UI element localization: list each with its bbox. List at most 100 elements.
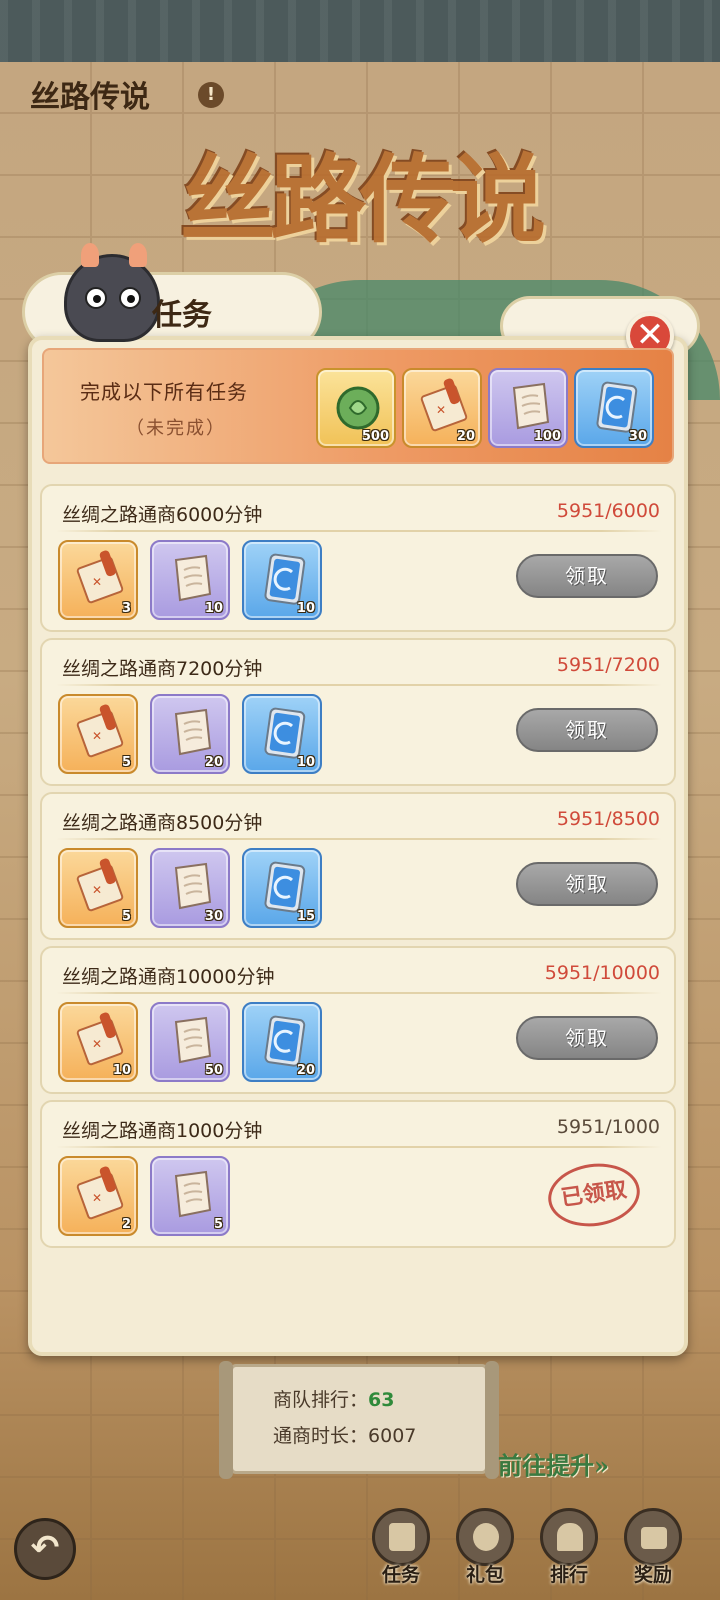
- ranking-icon: [540, 1508, 598, 1566]
- scene-banner-title: 丝路传说: [180, 143, 546, 256]
- nav-label: 任务: [381, 1564, 420, 1586]
- reward-tile[interactable]: 20: [150, 694, 230, 774]
- caravan-stats-scroll: 商队排行：63 通商时长：6007: [219, 1361, 499, 1479]
- claim-button[interactable]: 领取: [516, 1016, 658, 1060]
- summary-title: 完成以下所有任务: [80, 380, 248, 404]
- reward-tile[interactable]: 20: [242, 1002, 322, 1082]
- reward-count: 10: [204, 601, 223, 616]
- svg-text:✕: ✕: [92, 575, 102, 589]
- divider: [56, 530, 662, 532]
- reward-count: 30: [204, 909, 223, 924]
- svg-text:✕: ✕: [92, 1037, 102, 1051]
- nav-reward-button[interactable]: 奖励: [618, 1508, 688, 1594]
- reward-count: 5: [121, 909, 131, 924]
- reward-tile[interactable]: ✕ 20: [402, 368, 482, 448]
- paper-scroll-icon: [174, 862, 212, 910]
- reward-count: 5: [121, 755, 131, 770]
- divider: [56, 992, 662, 994]
- paper-scroll-icon: [174, 1170, 212, 1218]
- reward-count: 10: [296, 601, 315, 616]
- page-title: 丝路传说: [30, 80, 150, 115]
- gift-bag-icon: [456, 1508, 514, 1566]
- divider: [56, 684, 662, 686]
- reward-tile[interactable]: 30: [574, 368, 654, 448]
- reward-count: 30: [628, 429, 647, 444]
- task-progress: 5951/6000: [556, 500, 660, 522]
- reward-count: 50: [204, 1063, 223, 1078]
- map-scroll-icon: ✕: [76, 1012, 124, 1066]
- reward-tile[interactable]: 100: [488, 368, 568, 448]
- reward-tile[interactable]: ✕ 10: [58, 1002, 138, 1082]
- panel-title: 任务: [152, 298, 212, 333]
- svg-text:✕: ✕: [92, 729, 102, 743]
- back-button[interactable]: ↶: [14, 1518, 76, 1580]
- blue-card-icon: [264, 707, 306, 759]
- reward-count: 500: [361, 429, 389, 444]
- svg-text:✕: ✕: [92, 1191, 102, 1205]
- task-progress: 5951/7200: [556, 654, 660, 676]
- divider: [56, 838, 662, 840]
- reward-tile[interactable]: ✕ 5: [58, 848, 138, 928]
- reward-count: 100: [533, 429, 561, 444]
- reward-count: 3: [121, 601, 131, 616]
- nav-label: 排行: [549, 1564, 588, 1586]
- task-name: 丝绸之路通商1000分钟: [62, 1120, 263, 1142]
- reward-count: 2: [121, 1217, 131, 1232]
- reward-tile[interactable]: ✕ 3: [58, 540, 138, 620]
- nav-gift-button[interactable]: 礼包: [450, 1508, 520, 1594]
- reward-count: 10: [112, 1063, 131, 1078]
- task-progress: 5951/1000: [556, 1116, 660, 1138]
- reward-count: 20: [204, 755, 223, 770]
- nav-ranking-button[interactable]: 排行: [534, 1508, 604, 1594]
- duration-value: 6007: [368, 1425, 417, 1447]
- rank-label: 商队排行：: [273, 1389, 369, 1411]
- trade-duration: 通商时长：6007: [273, 1421, 416, 1448]
- claim-button[interactable]: 领取: [516, 862, 658, 906]
- reward-count: 10: [296, 755, 315, 770]
- go-improve-link[interactable]: 前往提升»: [498, 1446, 609, 1481]
- jade-token-icon: [336, 386, 380, 430]
- reward-tile[interactable]: 10: [242, 694, 322, 774]
- svg-text:✕: ✕: [92, 883, 102, 897]
- map-scroll-icon: ✕: [76, 704, 124, 758]
- blue-card-icon: [264, 553, 306, 605]
- reward-tile[interactable]: 50: [150, 1002, 230, 1082]
- claim-button[interactable]: 领取: [516, 708, 658, 752]
- claimed-stamp: 已领取: [544, 1157, 644, 1233]
- reward-tile[interactable]: 10: [242, 540, 322, 620]
- reward-count: 20: [456, 429, 475, 444]
- caravan-rank: 商队排行：63: [273, 1385, 394, 1412]
- duration-label: 通商时长：: [273, 1425, 369, 1447]
- task-name: 丝绸之路通商6000分钟: [62, 504, 263, 526]
- info-icon[interactable]: !: [198, 82, 224, 108]
- blue-card-icon: [264, 861, 306, 913]
- task-progress: 5951/10000: [544, 962, 660, 984]
- summary-status: （未完成）: [126, 418, 226, 439]
- task-progress: 5951/8500: [556, 808, 660, 830]
- reward-tile[interactable]: ✕ 2: [58, 1156, 138, 1236]
- reward-count: 5: [213, 1217, 223, 1232]
- paper-scroll-icon: [174, 554, 212, 602]
- mascot-creature-icon: [64, 243, 160, 342]
- map-scroll-icon: ✕: [76, 550, 124, 604]
- reward-tile[interactable]: 30: [150, 848, 230, 928]
- svg-text:✕: ✕: [436, 403, 446, 417]
- claim-button[interactable]: 领取: [516, 554, 658, 598]
- top-pattern-strip: [0, 0, 720, 62]
- reward-tile[interactable]: 15: [242, 848, 322, 928]
- reward-tile[interactable]: 10: [150, 540, 230, 620]
- paper-scroll-icon: [174, 1016, 212, 1064]
- nav-label: 奖励: [633, 1564, 672, 1586]
- reward-tile[interactable]: ✕ 5: [58, 694, 138, 774]
- nav-label: 礼包: [465, 1564, 504, 1586]
- paper-scroll-icon: [512, 382, 550, 430]
- map-scroll-icon: ✕: [420, 378, 468, 432]
- task-name: 丝绸之路通商7200分钟: [62, 658, 263, 680]
- task-scroll-icon: [372, 1508, 430, 1566]
- blue-card-icon: [264, 1015, 306, 1067]
- reward-tile[interactable]: 500: [316, 368, 396, 448]
- task-name: 丝绸之路通商10000分钟: [62, 966, 275, 988]
- nav-task-button[interactable]: 任务: [366, 1508, 436, 1594]
- rank-value: 63: [368, 1389, 395, 1411]
- reward-tile[interactable]: 5: [150, 1156, 230, 1236]
